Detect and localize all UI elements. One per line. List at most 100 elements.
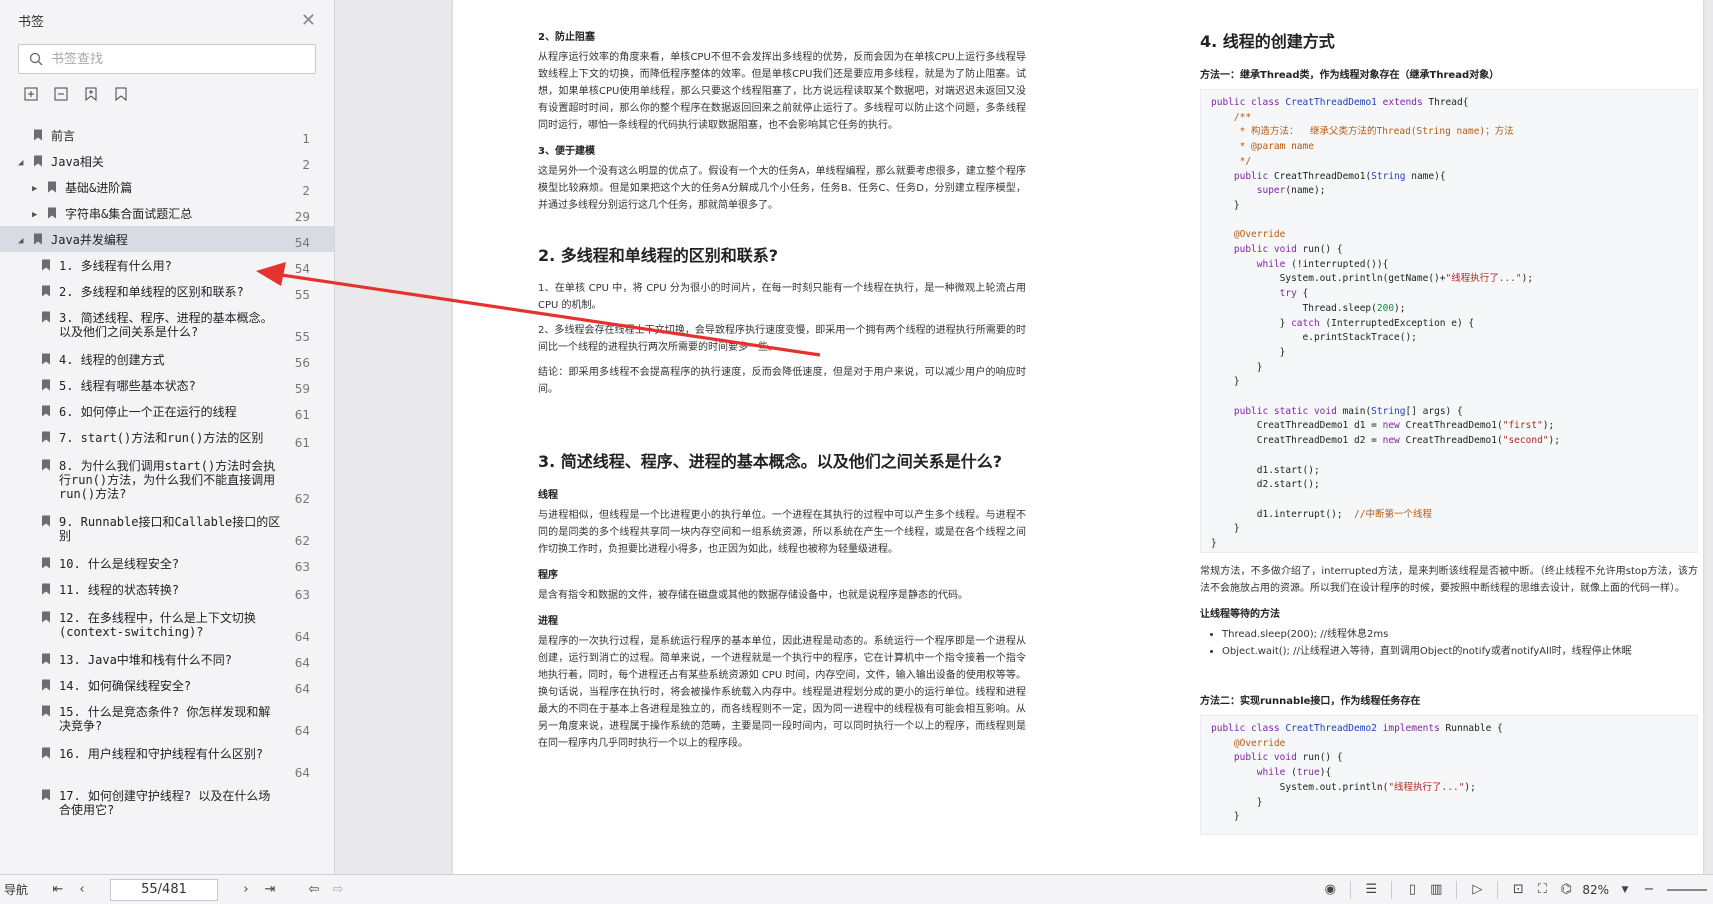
bookmark-item[interactable]: 6. 如何停止一个正在运行的线程 61 xyxy=(0,398,334,424)
bookmark-page-number: 54 xyxy=(294,262,310,276)
bookmark-icon xyxy=(34,233,42,245)
eye-care-icon[interactable]: ◉ xyxy=(1318,879,1342,901)
expand-toggle-icon[interactable]: ▶ xyxy=(32,207,46,222)
bookmark-icon xyxy=(42,611,50,623)
para-interrupted: 常规方法，不多做介绍了，interrupted方法，是来判断该线程是否被中断。（… xyxy=(1200,566,1698,594)
wait-methods-list: Thread.sleep(200); //线程休息2ms Object.wait… xyxy=(1200,626,1698,660)
bookmark-item[interactable]: 12. 在多线程中，什么是上下文切换(context-switching)? 64 xyxy=(0,604,334,646)
prev-page-icon[interactable]: ‹ xyxy=(70,879,94,901)
para-prevent-blocking: 从程序运行效率的角度来看，单核CPU不但不会发挥出多线程的优势，反而会因为在单核… xyxy=(538,52,1026,131)
bookmark-item[interactable]: 1. 多线程有什么用? 54 xyxy=(0,252,334,278)
bookmark-item[interactable]: 4. 线程的创建方式 56 xyxy=(0,346,334,372)
bookmark-item[interactable]: ◢ Java并发编程 54 xyxy=(0,226,334,252)
first-page-icon[interactable]: ⇤ xyxy=(46,879,70,901)
bookmark-page-number: 59 xyxy=(294,382,310,396)
bookmark-label: 8. 为什么我们调用start()方法时会执行run()方法，为什么我们不能直接… xyxy=(59,459,276,501)
bookmark-label: 7. start()方法和run()方法的区别 xyxy=(59,431,264,445)
bookmark-icon xyxy=(42,789,50,801)
close-icon[interactable]: ✕ xyxy=(301,10,316,31)
double-page-icon[interactable]: ▥ xyxy=(1424,879,1448,901)
continuous-scroll-icon[interactable]: ☰ xyxy=(1359,879,1383,901)
expand-toggle-icon[interactable]: ◢ xyxy=(18,233,32,248)
bookmark-item[interactable]: ▶ 字符串&集合面试题汇总 29 xyxy=(0,200,334,226)
bookmark-label: 16. 用户线程和守护线程有什么区别? xyxy=(59,747,264,761)
bookmark-toolbar xyxy=(0,74,334,114)
zoom-out-icon[interactable]: − xyxy=(1637,879,1661,901)
actual-size-icon[interactable]: ⊡ xyxy=(1506,879,1530,901)
bookmark-page-number: 64 xyxy=(294,682,310,696)
collapse-all-icon[interactable] xyxy=(52,85,70,103)
bookmark-item[interactable]: 7. start()方法和run()方法的区别 61 xyxy=(0,424,334,452)
last-page-icon[interactable]: ⇥ xyxy=(258,879,282,901)
label-thread: 线程 xyxy=(538,490,558,501)
page-right-column: 4. 线程的创建方式 方法一：继承Thread类，作为线程对象存在（继承Thre… xyxy=(1200,28,1698,835)
add-bookmark-icon[interactable] xyxy=(82,85,100,103)
heading-easy-modeling: 3、便于建模 xyxy=(538,146,595,157)
bookmark-item[interactable]: 13. Java中堆和栈有什么不同? 64 xyxy=(0,646,334,672)
bookmark-item[interactable]: 2. 多线程和单线程的区别和联系? 55 xyxy=(0,278,334,304)
status-bar: 导航 ⇤ ‹ 55/481 › ⇥ ⇦ ⇨ ◉ ☰ ▯ ▥ ▷ ⊡ ⛶ ⌬ 82… xyxy=(0,874,1713,904)
expand-toggle-icon[interactable]: ▶ xyxy=(32,181,46,196)
bookmark-item[interactable]: 3. 简述线程、程序、进程的基本概念。以及他们之间关系是什么? 55 xyxy=(0,304,334,346)
bookmark-search-input[interactable] xyxy=(51,51,281,67)
page-number-field[interactable]: 55/481 xyxy=(110,878,218,901)
bookmark-item[interactable]: 15. 什么是竞态条件? 你怎样发现和解决竞争? 64 xyxy=(0,698,334,740)
bookmark-item[interactable]: 9. Runnable接口和Callable接口的区别 62 xyxy=(0,508,334,550)
bookmark-label: 14. 如何确保线程安全? xyxy=(59,679,192,693)
expand-toggle-icon[interactable]: ◢ xyxy=(18,155,32,170)
bookmark-item[interactable]: 5. 线程有哪些基本状态? 59 xyxy=(0,372,334,398)
bookmark-page-number: 64 xyxy=(294,766,310,780)
bookmark-scrollbar[interactable] xyxy=(326,0,334,874)
bookmark-label: Java相关 xyxy=(51,155,104,169)
document-view[interactable]: 2、防止阻塞 从程序运行效率的角度来看，单核CPU不但不会发挥出多线程的优势，反… xyxy=(335,0,1713,874)
bookmark-icon xyxy=(42,679,50,691)
bookmark-search-box[interactable] xyxy=(18,44,316,74)
next-page-icon[interactable]: › xyxy=(234,879,258,901)
bookmark-item[interactable]: 前言 1 xyxy=(0,122,334,148)
bookmark-label: 12. 在多线程中，什么是上下文切换(context-switching)? xyxy=(59,611,256,639)
para-easy-modeling: 这是另外一个没有这么明显的优点了。假设有一个大的任务A，单线程编程，那么就要考虑… xyxy=(538,166,1026,211)
bookmark-item[interactable]: 16. 用户线程和守护线程有什么区别? 64 xyxy=(0,740,334,782)
zoom-slider[interactable] xyxy=(1667,888,1707,891)
bookmark-label: 4. 线程的创建方式 xyxy=(59,353,165,367)
bookmark-item[interactable]: ◢ Java相关 2 xyxy=(0,148,334,174)
bookmark-page-number: 63 xyxy=(294,560,310,574)
bookmark-item[interactable]: 8. 为什么我们调用start()方法时会执行run()方法，为什么我们不能直接… xyxy=(0,452,334,508)
bookmark-label: 3. 简述线程、程序、进程的基本概念。以及他们之间关系是什么? xyxy=(59,311,273,339)
back-icon[interactable]: ⇦ xyxy=(302,879,326,901)
zoom-level[interactable]: 82% xyxy=(1582,883,1609,897)
bookmark-icon xyxy=(42,379,50,391)
forward-icon[interactable]: ⇨ xyxy=(326,879,350,901)
bookmark-icon[interactable] xyxy=(112,85,130,103)
bookmark-icon xyxy=(42,353,50,365)
method2-title: 方法二：实现runnable接口，作为线程任务存在 xyxy=(1200,696,1421,707)
bookmark-item[interactable]: 14. 如何确保线程安全? 64 xyxy=(0,672,334,698)
play-icon[interactable]: ▷ xyxy=(1465,879,1489,901)
bookmark-item[interactable]: 10. 什么是线程安全? 63 xyxy=(0,550,334,576)
chevron-down-icon[interactable]: ▼ xyxy=(1613,879,1637,901)
bookmark-label: 10. 什么是线程安全? xyxy=(59,557,180,571)
bookmark-page-number: 64 xyxy=(294,630,310,644)
bookmark-icon xyxy=(42,747,50,759)
bookmark-label: 6. 如何停止一个正在运行的线程 xyxy=(59,405,237,419)
bookmark-item[interactable]: ▶ 基础&进阶篇 2 xyxy=(0,174,334,200)
nav-label[interactable]: 导航 xyxy=(4,881,32,898)
bookmark-icon xyxy=(48,207,56,219)
bookmark-label: 字符串&集合面试题汇总 xyxy=(65,207,193,221)
bookmark-page-number: 62 xyxy=(294,492,310,506)
single-page-icon[interactable]: ▯ xyxy=(1400,879,1424,901)
pdf-page: 2、防止阻塞 从程序运行效率的角度来看，单核CPU不但不会发挥出多线程的优势，反… xyxy=(453,0,1703,874)
bookmark-icon xyxy=(42,653,50,665)
bookmark-item[interactable]: 17. 如何创建守护线程? 以及在什么场合使用它? xyxy=(0,782,334,817)
expand-all-icon[interactable] xyxy=(22,85,40,103)
bookmark-label: 11. 线程的状态转换? xyxy=(59,583,180,597)
fit-width-icon[interactable]: ⌬ xyxy=(1554,879,1578,901)
bookmark-label: Java并发编程 xyxy=(51,233,128,247)
bookmark-label: 15. 什么是竞态条件? 你怎样发现和解决竞争? xyxy=(59,705,271,733)
heading-thread-creation: 4. 线程的创建方式 xyxy=(1200,32,1335,51)
fit-page-icon[interactable]: ⛶ xyxy=(1530,879,1554,901)
bookmark-item[interactable]: 11. 线程的状态转换? 63 xyxy=(0,576,334,604)
code-block-thread-demo2: public class CreatThreadDemo2 implements… xyxy=(1200,715,1698,835)
bookmark-icon xyxy=(42,459,50,471)
